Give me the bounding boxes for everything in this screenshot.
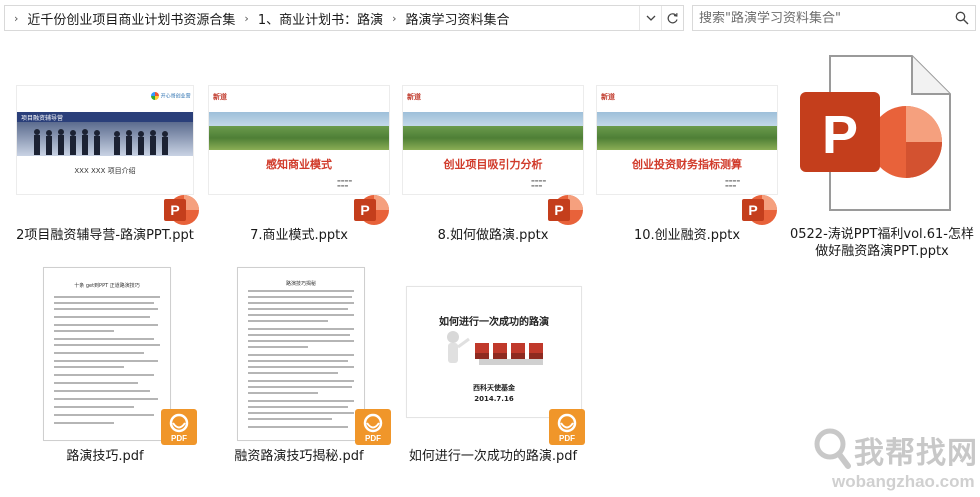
chevron-right-icon: › [244,11,249,25]
file-item-3[interactable]: 新道 创业项目吸引力分析 ▬▬▬▬ ▬▬▬ P 8.如何做路演.pptx [398,75,588,245]
slide-brand: 新道 [213,93,227,101]
pdf-badge-label: PDF [365,434,381,443]
slide-body-text: XXX XXX 项目介绍 [74,167,136,175]
search-input[interactable] [699,10,939,26]
file-item-2[interactable]: 新道 感知商业模式 ▬▬▬▬ ▬▬▬ P 7.商业模式.pptx [204,75,394,245]
page-title: 路演技巧揭秘 [285,281,316,287]
file-name: 融资路演技巧揭秘.pdf [234,449,364,464]
slide-header-bar: 项目融资辅导营 [17,112,193,122]
file-item-1[interactable]: 项目融资辅导营 开心哥创业营 XXX XXX 项目介绍 P 2项目融资辅导营-路… [10,75,200,245]
chevron-right-icon: › [392,11,397,25]
chevron-right-icon: › [14,11,19,25]
slide-brand: 新道 [601,93,615,101]
address-bar[interactable]: › 近千份创业项目商业计划书资源合集 › 1、商业计划书：路演 › 路演学习资料… [4,5,684,31]
breadcrumb-item-collection[interactable]: 近千份创业项目商业计划书资源合集 › [27,6,257,30]
powerpoint-badge-icon: P [548,195,583,225]
breadcrumb-item-business-plan[interactable]: 1、商业计划书：路演 › [258,6,406,30]
page-org: 西科天使基金 [473,384,515,392]
file-name: 7.商业模式.pptx [250,228,348,243]
slide-landscape [597,126,777,150]
page-title: 十条 get到PPT 正道路演技巧 [74,283,140,289]
watermark: 我帮找网 wobangzhao.com [812,420,980,497]
file-thumbnail: 新道 创业项目吸引力分析 ▬▬▬▬ ▬▬▬ [402,85,584,195]
file-name: 10.创业融资.pptx [633,228,741,243]
page-title: 如何进行一次成功的路演 [439,317,549,328]
page-date: 2014.7.16 [474,395,514,403]
powerpoint-badge-icon: P [354,195,389,225]
pdf-badge-icon: PDF [548,408,586,446]
pdf-badge-icon: PDF [354,408,392,446]
file-name: 路演技巧.pdf [66,449,144,464]
slide-header-text: 项目融资辅导营 [21,115,64,122]
presenter-illustration-icon [447,331,543,365]
slide-brand: 新道 [407,93,421,101]
file-name: 2项目融资辅导营-路演PPT.ppt [16,228,194,243]
file-name: 0522-涛说PPT福利vol.61-怎样做好融资路演PPT.pptx [789,227,975,259]
file-thumbnail: 新道 创业投资财务指标测算 ▬▬▬▬ ▬▬▬ [596,85,778,195]
pdf-badge-icon: PDF [160,408,198,446]
breadcrumb-item-current[interactable]: 路演学习资料集合 [406,6,510,30]
magnifier-logo-icon [814,428,851,469]
slide-landscape [209,126,389,150]
chevron-down-icon [646,15,655,21]
refresh-icon [667,12,678,23]
address-dropdown-button[interactable] [639,6,661,30]
file-name: 如何进行一次成功的路演.pdf [408,449,578,464]
svg-text:P: P [748,202,757,218]
slide-title: 创业投资财务指标测算 [632,158,742,171]
search-icon[interactable] [955,11,969,25]
slide-people-image [17,122,193,156]
breadcrumb-label: 路演学习资料集合 [405,12,510,28]
slide-title: 感知商业模式 [266,158,332,171]
file-item-4[interactable]: 新道 创业投资财务指标测算 ▬▬▬▬ ▬▬▬ P 10.创业融资.pptx [592,75,782,245]
file-thumbnail: 如何进行一次成功的路演 西科天使基金 2014.7.16 [406,286,582,418]
breadcrumb-label: 近千份创业项目商业计划书资源合集 [27,12,236,28]
powerpoint-badge-icon: P [164,195,199,225]
pdf-badge-label: PDF [559,434,575,443]
refresh-button[interactable] [661,6,683,30]
slide-landscape [403,126,583,150]
breadcrumb-label: 1、商业计划书：路演 [257,12,384,28]
explorer-toolbar: › 近千份创业项目商业计划书资源合集 › 1、商业计划书：路演 › 路演学习资料… [0,0,980,36]
file-item-8[interactable]: 如何进行一次成功的路演 西科天使基金 2014.7.16 PDF 如何进行一次成… [398,262,588,467]
file-thumbnail: 新道 感知商业模式 ▬▬▬▬ ▬▬▬ [208,85,390,195]
search-box[interactable] [692,5,976,31]
svg-text:P: P [554,202,563,218]
breadcrumb-root-arrow[interactable]: › [5,6,27,30]
file-thumbnail: 项目融资辅导营 开心哥创业营 XXX XXX 项目介绍 [16,85,194,195]
watermark-url: wobangzhao.com [832,472,975,491]
slide-title: 创业项目吸引力分析 [443,158,543,171]
file-item-7[interactable]: 路演技巧揭秘 PDF 融资路演技巧揭秘.pdf [204,262,394,467]
pdf-badge-label: PDF [171,434,187,443]
svg-text:P: P [360,202,369,218]
slide-footnote: ▬▬▬▬ ▬▬▬ [337,178,353,188]
file-name: 8.如何做路演.pptx [437,228,549,243]
powerpoint-file-icon: P [800,55,951,211]
svg-text:P: P [170,202,179,218]
powerpoint-badge-icon: P [742,195,777,225]
file-item-5[interactable]: P 0522-涛说PPT福利vol.61-怎样做好融资路演PPT.pptx [786,50,976,260]
file-thumbnail: 路演技巧揭秘 [237,267,365,441]
file-thumbnail: 十条 get到PPT 正道路演技巧 [43,267,171,441]
file-item-6[interactable]: 十条 get到PPT 正道路演技巧 PDF 路演技巧.pdf [10,262,200,467]
slide-logo: 开心哥创业营 [151,92,191,100]
svg-text:P: P [822,105,858,165]
slide-footnote: ▬▬▬▬ ▬▬▬ [725,178,741,188]
slide-footnote: ▬▬▬▬ ▬▬▬ [531,178,547,188]
watermark-logo-text: 我帮找网 [854,436,978,471]
